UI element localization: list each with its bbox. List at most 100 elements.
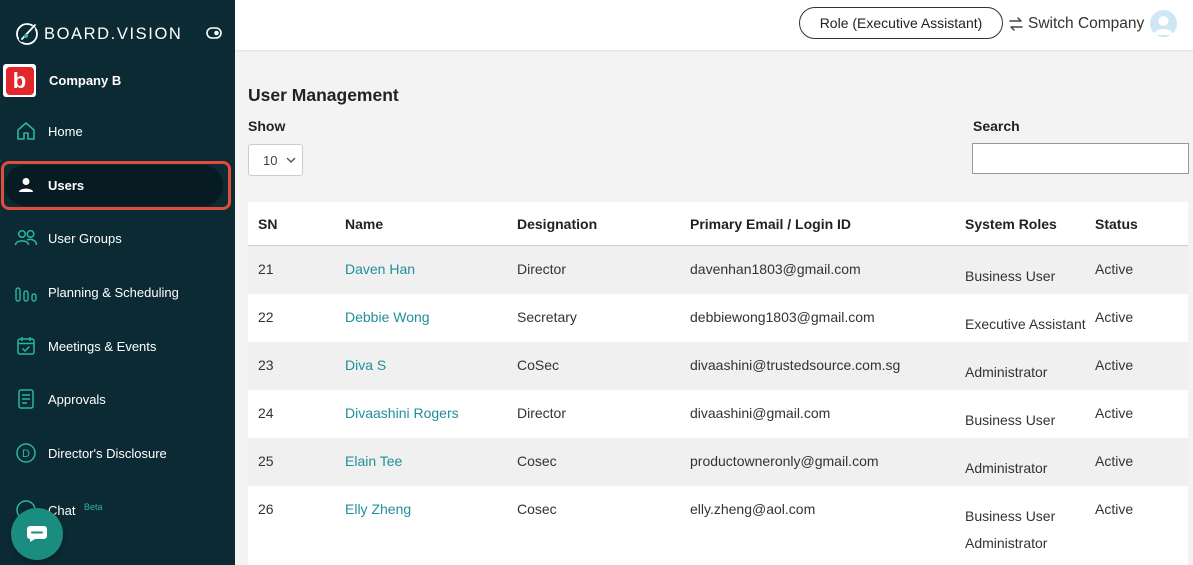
- sidebar-item-label: User Groups: [48, 230, 122, 246]
- sidebar-item-label: Users: [48, 177, 85, 193]
- system-role: Business User: [965, 268, 1056, 284]
- sidebar-item-label: Planning & Scheduling: [48, 284, 179, 300]
- column-header-system-roles[interactable]: System Roles: [965, 216, 1057, 232]
- table-row: 26 Elly Zheng Cosec elly.zheng@aol.com Activ…: [248, 486, 1188, 565]
- calendar-check-icon: [14, 334, 38, 358]
- page-size-value: 10: [263, 152, 278, 168]
- swap-icon: [1009, 17, 1023, 31]
- column-header-status[interactable]: Status: [1095, 216, 1138, 232]
- cell-designation: Director: [517, 405, 567, 421]
- cell-system-roles: Business User Administrator: [965, 503, 1055, 557]
- cell-status: Active: [1095, 261, 1134, 277]
- cell-status: Active: [1095, 501, 1134, 517]
- table-row: 25 Elain Tee Cosec productowneronly@gmail.c…: [248, 438, 1188, 486]
- user-icon: [14, 173, 38, 197]
- sidebar-item-directors-disclosure[interactable]: D Director's Disclosure: [0, 427, 235, 479]
- table-row: 23 Diva S CoSec divaashini@trustedsource.co…: [248, 342, 1188, 390]
- cell-system-roles: Business User: [965, 407, 1055, 434]
- document-icon: [14, 387, 38, 411]
- sidebar-item-meetings-events[interactable]: Meetings & Events: [0, 320, 235, 372]
- column-header-email[interactable]: Primary Email / Login ID: [690, 216, 851, 232]
- company-switcher[interactable]: b Company B: [3, 64, 121, 97]
- search-label: Search: [973, 118, 1020, 134]
- user-name-link[interactable]: Diva S: [345, 357, 386, 373]
- sidebar-item-label: Approvals: [48, 391, 106, 407]
- users-table: SN Name Designation Primary Email / Logi…: [248, 202, 1188, 565]
- sidebar-item-users[interactable]: Users: [0, 159, 235, 211]
- cell-system-roles: Executive Assistant: [965, 311, 1086, 338]
- user-name-link[interactable]: Divaashini Rogers: [345, 405, 459, 421]
- column-header-sn[interactable]: SN: [258, 216, 277, 232]
- system-role: Executive Assistant: [965, 316, 1086, 332]
- column-header-designation[interactable]: Designation: [517, 216, 597, 232]
- chat-bubble-icon: [27, 526, 47, 542]
- circle-d-icon: D: [14, 441, 38, 465]
- cell-email: elly.zheng@aol.com: [690, 501, 816, 517]
- brand-name: BOARD.VISION: [44, 24, 183, 43]
- sidebar-item-home[interactable]: Home: [0, 105, 235, 157]
- search-input[interactable]: [972, 143, 1189, 174]
- cell-status: Active: [1095, 309, 1134, 325]
- sidebar-item-user-groups[interactable]: User Groups: [0, 212, 235, 264]
- chevron-down-icon: [286, 157, 296, 163]
- page-title: User Management: [248, 85, 399, 105]
- table-row: 22 Debbie Wong Secretary debbiewong1803@gma…: [248, 294, 1188, 342]
- page-size-select[interactable]: 10: [248, 144, 303, 176]
- cell-sn: 23: [258, 357, 274, 373]
- cell-designation: Secretary: [517, 309, 577, 325]
- user-name-link[interactable]: Elly Zheng: [345, 501, 411, 517]
- show-label: Show: [248, 118, 286, 134]
- switch-company-button[interactable]: Switch Company: [1008, 12, 1144, 36]
- avatar[interactable]: [1150, 10, 1177, 37]
- cell-email: debbiewong1803@gmail.com: [690, 309, 875, 325]
- table-row: 24 Divaashini Rogers Director divaashini@gm…: [248, 390, 1188, 438]
- cell-status: Active: [1095, 405, 1134, 421]
- user-name-link[interactable]: Debbie Wong: [345, 309, 430, 325]
- company-name: Company B: [49, 73, 122, 88]
- cell-email: davenhan1803@gmail.com: [690, 261, 861, 277]
- svg-text:D: D: [22, 448, 30, 460]
- cell-system-roles: Administrator: [965, 359, 1047, 386]
- system-role: Administrator: [965, 460, 1048, 476]
- cell-email: productowneronly@gmail.com: [690, 453, 879, 469]
- switch-company-label: Switch Company: [1028, 15, 1145, 32]
- cell-sn: 21: [258, 261, 274, 277]
- system-role: Administrator: [965, 364, 1048, 380]
- column-header-name[interactable]: Name: [345, 216, 383, 232]
- system-role: Administrator: [965, 535, 1048, 551]
- cell-status: Active: [1095, 357, 1134, 373]
- users-icon: [14, 226, 38, 250]
- cell-sn: 22: [258, 309, 274, 325]
- sidebar-toggle-icon[interactable]: [206, 27, 222, 39]
- beta-badge: Beta: [84, 502, 103, 512]
- sidebar-item-approvals[interactable]: Approvals: [0, 373, 235, 425]
- sidebar-item-label: Home: [48, 123, 83, 139]
- cell-designation: Cosec: [517, 501, 557, 517]
- sidebar-item-label: Meetings & Events: [48, 338, 157, 354]
- avatar-icon: [1154, 16, 1173, 35]
- cell-designation: Director: [517, 261, 567, 277]
- role-button[interactable]: Role (Executive Assistant): [799, 7, 1003, 39]
- user-name-link[interactable]: Daven Han: [345, 261, 415, 277]
- cell-email: divaashini@trustedsource.com.sg: [690, 357, 901, 373]
- brand[interactable]: BOARD.VISION: [14, 20, 182, 48]
- sidebar: BOARD.VISION b Company B Home Users User…: [0, 0, 235, 565]
- sidebar-item-label: Director's Disclosure: [48, 445, 167, 461]
- cell-designation: Cosec: [517, 453, 557, 469]
- cell-status: Active: [1095, 453, 1134, 469]
- system-role: Business User: [965, 508, 1056, 524]
- bar-chart-icon: [14, 280, 38, 304]
- table-header: SN Name Designation Primary Email / Logi…: [248, 202, 1188, 246]
- cell-sn: 25: [258, 453, 274, 469]
- user-name-link[interactable]: Elain Tee: [345, 453, 402, 469]
- chat-launcher-button[interactable]: [11, 508, 63, 560]
- board-vision-logo-icon: [16, 23, 38, 45]
- sidebar-item-planning-scheduling[interactable]: Planning & Scheduling: [0, 266, 235, 318]
- cell-email: divaashini@gmail.com: [690, 405, 831, 421]
- home-icon: [14, 119, 38, 143]
- top-bar: Role (Executive Assistant) Switch Compan…: [235, 0, 1193, 50]
- system-role: Business User: [965, 412, 1056, 428]
- cell-system-roles: Business User: [965, 263, 1055, 290]
- cell-system-roles: Administrator: [965, 455, 1047, 482]
- company-logo: b: [3, 64, 36, 97]
